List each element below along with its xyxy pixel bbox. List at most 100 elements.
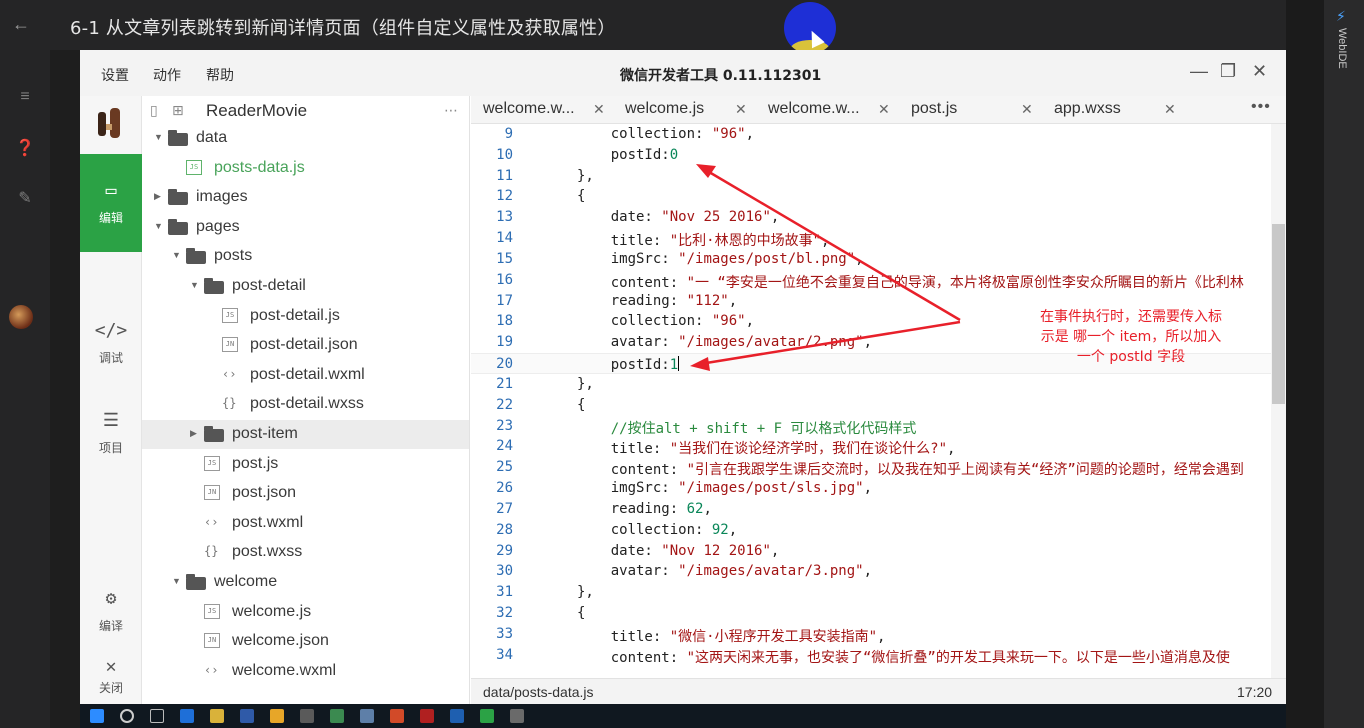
tree-folder[interactable]: ▼ pages	[142, 213, 469, 242]
app-icon[interactable]	[390, 709, 404, 723]
webide-label[interactable]: WebIDE	[1336, 28, 1348, 69]
activity-compile[interactable]: ⚙ 编译	[80, 562, 142, 660]
vertical-scrollbar[interactable]	[1271, 124, 1286, 678]
menu-settings[interactable]: 设置	[101, 65, 129, 85]
code-area[interactable]: 9 collection: "96", 10 postId:0 11}, 12{13 …	[471, 124, 1286, 678]
scrollbar-thumb[interactable]	[1272, 224, 1285, 404]
photoshop-icon[interactable]	[240, 709, 254, 723]
menu-actions[interactable]: 动作	[153, 65, 181, 85]
code-token: 62	[686, 500, 704, 517]
code-line[interactable]: 26 imgSrc: "/images/post/sls.jpg",	[471, 478, 1286, 499]
edge-icon[interactable]	[180, 709, 194, 723]
tree-folder[interactable]: ▼ posts	[142, 242, 469, 271]
minimize-icon[interactable]: —	[1190, 61, 1208, 82]
tree-icon[interactable]: ⊞	[172, 102, 184, 119]
explorer-icon[interactable]	[210, 709, 224, 723]
tree-file[interactable]: ‹› welcome.wxml	[142, 657, 469, 686]
tab-close-icon[interactable]: ✕	[735, 101, 747, 118]
search-icon[interactable]	[120, 709, 134, 723]
app-icon[interactable]	[360, 709, 374, 723]
app-icon[interactable]	[330, 709, 344, 723]
code-line[interactable]: 33 title: "微信·小程序开发工具安装指南",	[471, 624, 1286, 645]
code-line[interactable]: 13 date: "Nov 25 2016",	[471, 207, 1286, 228]
caret-down-icon[interactable]: ▼	[172, 576, 181, 586]
tree-folder[interactable]: ▼ data	[142, 124, 469, 153]
more-icon[interactable]: ⋯	[444, 102, 458, 119]
tab-close-icon[interactable]: ✕	[593, 101, 605, 118]
code-line[interactable]: 24 title: "当我们在谈论经济学时，我们在谈论什么?",	[471, 436, 1286, 457]
tree-file[interactable]: JN post-detail.json	[142, 331, 469, 360]
code-line[interactable]: 34 content: "这两天闲来无事，也安装了“微信折叠”的开发工具来玩一下…	[471, 645, 1286, 666]
tree-file[interactable]: JS welcome.js	[142, 598, 469, 627]
code-line[interactable]: 31},	[471, 582, 1286, 603]
code-line[interactable]: 12 {	[471, 186, 1286, 207]
code-line[interactable]: 28 collection: 92,	[471, 520, 1286, 541]
code-line[interactable]: 25 content: "引言在我跟学生课后交流时，以及我在知乎上阅读有关“经济…	[471, 457, 1286, 478]
tree-file[interactable]: JN post.json	[142, 479, 469, 508]
code-line[interactable]: 29 date: "Nov 12 2016",	[471, 541, 1286, 562]
code-line[interactable]: 27 reading: 62,	[471, 499, 1286, 520]
tab-welcome-wxss[interactable]: welcome.w... ✕	[756, 96, 899, 124]
app-icon[interactable]	[420, 709, 434, 723]
tree-file[interactable]: JS post.js	[142, 450, 469, 479]
code-line[interactable]: 9 collection: "96",	[471, 124, 1286, 145]
back-arrow-icon[interactable]: ←	[12, 14, 30, 35]
code-line[interactable]: 21},	[471, 374, 1286, 395]
caret-down-icon[interactable]: ▼	[172, 250, 181, 260]
tab-post-js[interactable]: post.js ✕	[899, 96, 1042, 124]
code-token: "96"	[711, 126, 746, 142]
chrome-icon[interactable]	[270, 709, 284, 723]
wechat-devtools-icon[interactable]	[480, 709, 494, 723]
tree-file[interactable]: JS post-detail.js	[142, 302, 469, 331]
start-icon[interactable]	[90, 709, 104, 723]
code-line[interactable]: 30 avatar: "/images/avatar/3.png",	[471, 561, 1286, 582]
menu-help[interactable]: 帮助	[206, 65, 234, 85]
tab-welcome-wxml[interactable]: welcome.w... ✕	[471, 96, 613, 124]
tree-file[interactable]: ‹› post-detail.wxml	[142, 361, 469, 390]
tab-overflow-icon[interactable]: •••	[1251, 98, 1271, 116]
app-icon[interactable]	[300, 709, 314, 723]
activity-editor[interactable]: ▭ 编辑	[80, 154, 142, 252]
code-line[interactable]: 16 content: "一 “李安是一位绝不会重复自己的导演，本片将极富原创性…	[471, 270, 1286, 291]
caret-down-icon[interactable]: ▼	[154, 221, 163, 231]
phone-icon[interactable]: ▯	[150, 102, 158, 119]
tab-close-icon[interactable]: ✕	[878, 101, 890, 118]
activity-close[interactable]: ✕ 关闭	[80, 652, 142, 704]
tree-folder[interactable]: ▶ post-item	[142, 420, 469, 449]
activity-project[interactable]: ☰ 项目	[80, 384, 142, 482]
avatar[interactable]	[9, 305, 33, 329]
tab-close-icon[interactable]: ✕	[1021, 101, 1033, 118]
tree-folder[interactable]: ▼ post-detail	[142, 272, 469, 301]
menu-icon[interactable]: ≡	[12, 88, 38, 106]
tab-welcome-js[interactable]: welcome.js ✕	[613, 96, 756, 124]
tab-close-icon[interactable]: ✕	[1164, 101, 1176, 118]
code-line[interactable]: 15 imgSrc: "/images/post/bl.png",	[471, 249, 1286, 270]
tree-file[interactable]: JS posts-data.js	[142, 154, 469, 183]
code-line[interactable]: 22 {	[471, 395, 1286, 416]
tree-file[interactable]: {} post.wxss	[142, 538, 469, 567]
pencil-icon[interactable]: ✎	[12, 188, 38, 208]
tree-file[interactable]: JN welcome.json	[142, 627, 469, 656]
tree-folder[interactable]: ▼ welcome	[142, 568, 469, 597]
caret-down-icon[interactable]: ▼	[154, 132, 163, 142]
tree-file[interactable]: ‹› post.wxml	[142, 509, 469, 538]
tab-app-wxss[interactable]: app.wxss ✕	[1042, 96, 1185, 124]
activity-debug[interactable]: </> 调试	[80, 294, 142, 392]
close-window-icon[interactable]: ✕	[1252, 61, 1267, 82]
code-line[interactable]: 10 postId:0	[471, 145, 1286, 166]
tree-folder[interactable]: ▶ images	[142, 183, 469, 212]
code-line[interactable]: 14 title: "比利·林恩的中场故事",	[471, 228, 1286, 249]
app-icon[interactable]	[450, 709, 464, 723]
caret-right-icon[interactable]: ▶	[154, 191, 161, 202]
task-view-icon[interactable]	[150, 709, 164, 723]
tree-file[interactable]: {} post-detail.wxss	[142, 390, 469, 419]
tab-label: welcome.js	[625, 100, 705, 117]
code-line[interactable]: 11},	[471, 166, 1286, 187]
caret-down-icon[interactable]: ▼	[190, 280, 199, 290]
caret-right-icon[interactable]: ▶	[190, 428, 197, 439]
restore-icon[interactable]: ❐	[1220, 61, 1236, 82]
help-icon[interactable]: ❓	[12, 138, 38, 158]
code-line[interactable]: 32 {	[471, 603, 1286, 624]
app-icon[interactable]	[510, 709, 524, 723]
code-line[interactable]: 23 //按住alt + shift + F 可以格式化代码样式	[471, 416, 1286, 437]
